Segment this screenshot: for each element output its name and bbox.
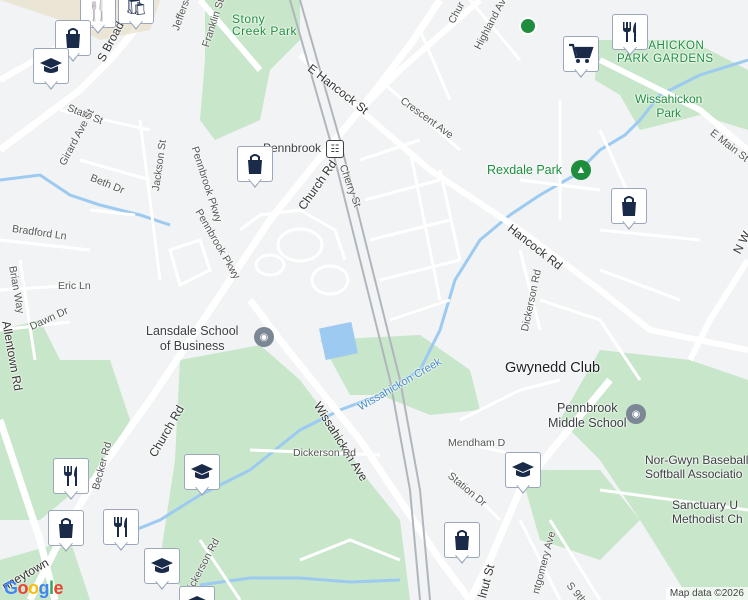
- park-label-wissahickon: Wissahickon Park: [635, 92, 703, 120]
- poi-label-sanctuary: Sanctuary U Methodist Ch: [672, 498, 743, 526]
- shopping-bag-icon: [455, 530, 469, 550]
- poi-label-nor-gwyn: Nor-Gwyn Baseball an Softball Associatio: [645, 453, 748, 481]
- place-pin-icon[interactable]: [519, 17, 537, 35]
- shopping-bag-icon: 🛍: [124, 0, 148, 16]
- restaurant-icon: [64, 466, 77, 486]
- restaurant-marker-lower-2[interactable]: [103, 509, 139, 553]
- restaurant-icon: [114, 517, 127, 537]
- map-attribution[interactable]: Map data ©2026: [665, 587, 748, 600]
- shopping-marker-top-edge[interactable]: 🛍: [118, 0, 154, 32]
- grocery-marker[interactable]: [563, 36, 599, 80]
- school-icon[interactable]: ◉: [626, 404, 646, 424]
- poi-label-pennbrook-middle: Pennbrook Middle School: [548, 401, 627, 430]
- tree-icon[interactable]: ▲: [571, 160, 591, 180]
- train-station-icon[interactable]: ☷: [326, 140, 344, 158]
- school-marker-dickerson[interactable]: [184, 454, 220, 498]
- school-marker-top-left[interactable]: [33, 48, 69, 92]
- shopping-bag-icon: [59, 518, 73, 538]
- poi-label-lansdale-school: Lansdale School of Business: [146, 324, 239, 353]
- shopping-marker-right[interactable]: [611, 188, 647, 232]
- school-marker-mendham[interactable]: [505, 452, 541, 496]
- street-label-mendham: Mendham D: [448, 437, 506, 449]
- street-label-dickerson-lower: Dickerson Rd: [293, 447, 357, 459]
- restaurant-marker-lower-1[interactable]: [53, 458, 89, 502]
- school-marker-bottom-edge[interactable]: [179, 586, 215, 600]
- map-canvas[interactable]: Stony Creek Park Jefferson Franklin St S…: [0, 0, 748, 600]
- poi-label-gwynedd-club: Gwynedd Club: [505, 360, 601, 376]
- street-label-eric: Eric Ln: [58, 280, 91, 292]
- shopping-cart-icon: [569, 43, 594, 63]
- school-icon: [191, 464, 213, 479]
- restaurant-icon: [623, 22, 636, 42]
- google-logo: Google: [4, 578, 64, 598]
- school-icon: [40, 58, 62, 73]
- school-icon: [512, 462, 534, 477]
- shopping-marker-bottom[interactable]: [444, 522, 480, 566]
- school-icon: [151, 558, 173, 573]
- shopping-marker-pennbrook[interactable]: [237, 146, 273, 190]
- park-label-rexdale: Rexdale Park: [487, 163, 563, 177]
- shopping-bag-icon: [622, 196, 636, 216]
- school-icon[interactable]: ◉: [254, 327, 274, 347]
- school-icon: [188, 596, 206, 600]
- park-label-stony-creek: Stony Creek Park: [232, 12, 298, 38]
- school-marker-bottom[interactable]: [144, 548, 180, 592]
- residential-loops: [168, 208, 350, 296]
- shopping-bag-icon: [248, 154, 262, 174]
- shopping-bag-icon: [66, 28, 80, 48]
- shopping-marker-lower[interactable]: [48, 510, 84, 554]
- restaurant-marker-top-right[interactable]: [612, 14, 648, 58]
